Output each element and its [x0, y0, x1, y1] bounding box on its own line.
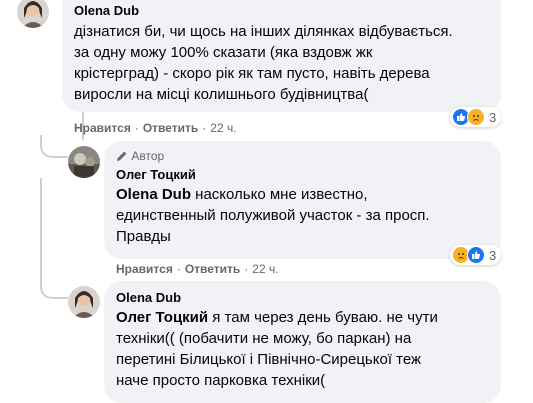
comment-text: Olena Dub насколько мне известно, единст…: [116, 186, 430, 245]
like-icon: [467, 246, 485, 264]
sad-icon: [467, 108, 485, 126]
mention-link[interactable]: Olena Dub: [116, 186, 191, 203]
thread-connector: [40, 178, 68, 299]
comment-actions: Нравится · Ответить · 22 ч.: [116, 262, 279, 276]
pen-icon: [116, 150, 128, 165]
author-badge: Автор: [116, 149, 164, 165]
avatar[interactable]: [17, 0, 49, 28]
comment-text: дізнатися би, чи щось на інших ділянках …: [74, 23, 453, 103]
reaction-summary[interactable]: 3: [450, 107, 502, 127]
like-link[interactable]: Нравится: [116, 262, 173, 276]
mention-link[interactable]: Олег Тоцкий: [116, 309, 208, 326]
timestamp[interactable]: 22 ч.: [252, 262, 278, 276]
avatar[interactable]: [68, 286, 100, 318]
avatar[interactable]: [68, 146, 100, 178]
comment-author[interactable]: Olena Dub: [116, 290, 181, 305]
timestamp[interactable]: 22 ч.: [210, 121, 236, 135]
comment-text: Олег Тоцкий я там через день буваю. не ч…: [116, 309, 438, 389]
reaction-count: 3: [489, 247, 497, 263]
thread-connector: [40, 135, 68, 158]
comment-actions: Нравится · Ответить · 22 ч.: [74, 121, 237, 135]
reaction-summary[interactable]: 3: [450, 245, 502, 265]
reply-link[interactable]: Ответить: [185, 262, 240, 276]
like-link[interactable]: Нравится: [74, 121, 131, 135]
comment-author[interactable]: Олег Тоцкий: [116, 167, 196, 182]
comment-author[interactable]: Olena Dub: [74, 3, 139, 18]
reply-link[interactable]: Ответить: [143, 121, 198, 135]
reaction-count: 3: [489, 109, 497, 125]
